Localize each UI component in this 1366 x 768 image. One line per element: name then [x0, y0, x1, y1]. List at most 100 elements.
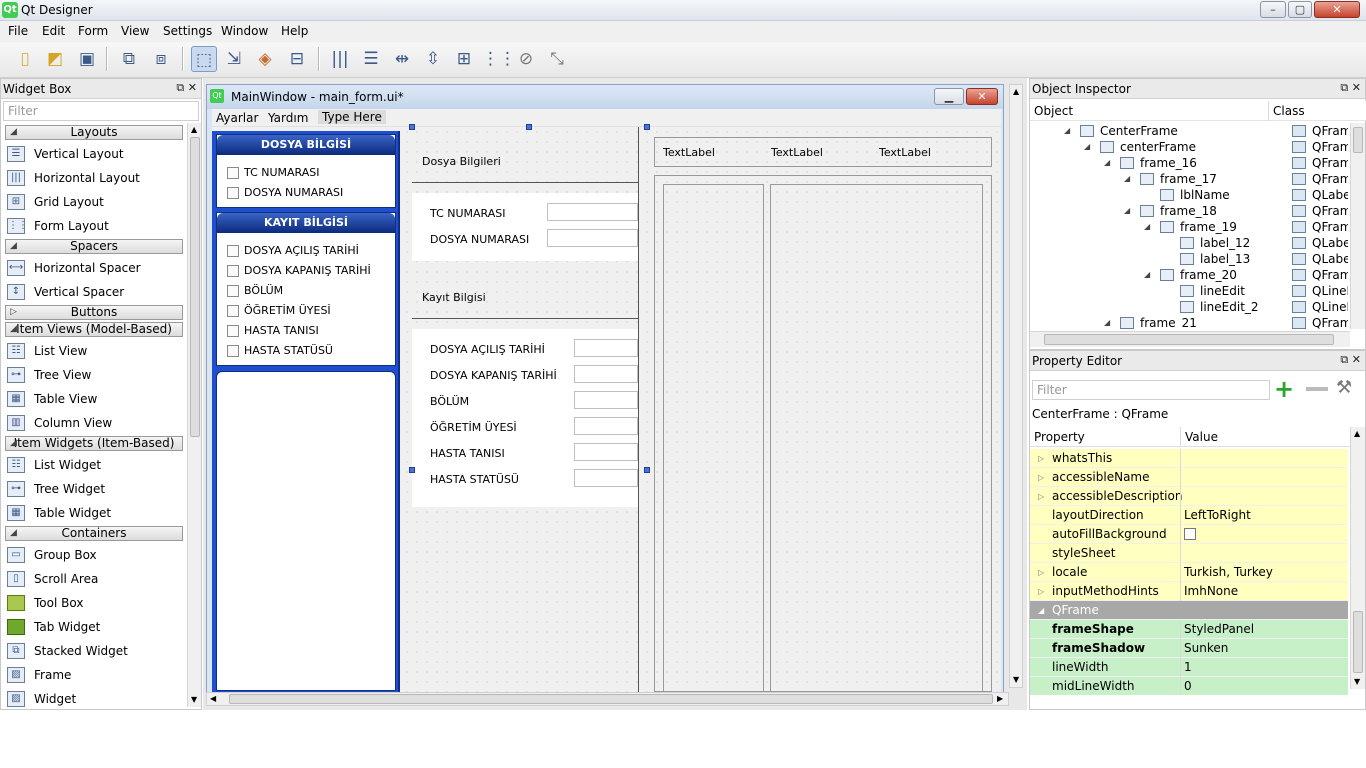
form-menu-ayarlar[interactable]: Ayarlar	[216, 111, 258, 125]
hasta-tanisi-input[interactable]	[574, 443, 638, 461]
scroll-thumb[interactable]	[1353, 127, 1363, 153]
property-filter-input[interactable]: Filter	[1032, 380, 1270, 400]
checkbox-box[interactable]	[227, 265, 239, 277]
selection-handle[interactable]	[409, 124, 415, 130]
property-row[interactable]: layoutDirection LeftToRight	[1030, 506, 1348, 525]
widget-box-scrollbar[interactable]: ▲ ▼	[187, 123, 201, 707]
checkbox-box[interactable]	[227, 285, 239, 297]
hasta-statusu-input[interactable]	[574, 469, 638, 487]
property-row[interactable]: ▷ accessibleDescription	[1030, 487, 1348, 506]
menu-file[interactable]: File	[8, 24, 28, 38]
form-close-button[interactable]: ✕	[966, 88, 998, 105]
object-tree-row[interactable]: ◢ frame_20 QFrame	[1030, 267, 1348, 283]
scroll-down-icon[interactable]: ▼	[191, 695, 197, 704]
edit-buddies-icon[interactable]: ◈	[252, 46, 278, 72]
category-item-views[interactable]: ◢ Item Views (Model-Based)	[5, 322, 183, 337]
collapse-arrow-icon[interactable]: ◢	[1038, 601, 1044, 620]
checkbox-box[interactable]	[227, 245, 239, 257]
widget-group-box[interactable]: ▭ Group Box	[5, 544, 97, 566]
object-tree-row[interactable]: ◢ frame_21 QFrame	[1030, 315, 1348, 329]
break-layout-icon[interactable]: ⊘	[513, 46, 539, 72]
dock-float-close-icons[interactable]: ⧉ ✕	[1340, 81, 1361, 95]
category-layouts[interactable]: ◢ Layouts	[5, 125, 183, 140]
widget-tree-widget[interactable]: ⊶ Tree Widget	[5, 478, 105, 500]
expand-arrow-icon[interactable]: ◢	[1104, 155, 1110, 171]
edit-tab-order-icon[interactable]: ⊟	[284, 46, 310, 72]
menu-edit[interactable]: Edit	[42, 24, 65, 38]
close-button[interactable]: ✕	[1314, 1, 1360, 18]
object-tree-row[interactable]: lineEdit QLineEdit	[1030, 283, 1348, 299]
checkbox-ogretim-uyesi[interactable]: ÖĞRETİM ÜYESİ	[227, 303, 331, 319]
property-row[interactable]: autoFillBackground	[1030, 525, 1348, 544]
adjust-size-icon[interactable]: ⤡	[544, 46, 570, 72]
category-spacers[interactable]: ◢ Spacers	[5, 239, 183, 254]
object-inspector-hscroll[interactable]	[1030, 331, 1350, 347]
property-row[interactable]: styleSheet	[1030, 544, 1348, 563]
lay-out-horizontally-icon[interactable]: |||	[327, 46, 353, 72]
tc-numarasi-input[interactable]	[547, 203, 638, 221]
menu-window[interactable]: Window	[221, 24, 268, 38]
expand-arrow-icon[interactable]: ▷	[1038, 563, 1044, 582]
lay-out-grid-icon[interactable]: ⊞	[451, 46, 477, 72]
scroll-left-icon[interactable]: ◀	[210, 694, 216, 703]
menu-help[interactable]: Help	[281, 24, 308, 38]
form-menu-type-here[interactable]: Type Here	[318, 110, 386, 124]
autofill-checkbox[interactable]	[1184, 528, 1196, 540]
empty-white-frame[interactable]	[216, 371, 396, 691]
object-tree-row[interactable]: ◢ centerFrame QFrame	[1030, 139, 1348, 155]
checkbox-box[interactable]	[227, 305, 239, 317]
object-tree-row[interactable]: label_13 QLabel	[1030, 251, 1348, 267]
configure-wrench-icon[interactable]: ⚒	[1336, 377, 1352, 398]
expand-arrow-icon[interactable]: ◢	[1124, 203, 1130, 219]
edit-widgets-icon[interactable]: ⬚	[191, 46, 217, 72]
object-tree-row[interactable]: ◢ frame_18 QFrame	[1030, 203, 1348, 219]
expand-arrow-icon[interactable]: ▷	[1038, 449, 1044, 468]
lay-out-vertically-icon[interactable]: ☰	[358, 46, 384, 72]
property-section-qframe[interactable]: ◢ QFrame	[1030, 601, 1348, 620]
checkbox-tc-numarasi[interactable]: TC NUMARASI	[227, 165, 320, 181]
widget-frame[interactable]: ▨ Frame	[5, 664, 71, 686]
property-row[interactable]: frameShadow Sunken	[1030, 639, 1348, 658]
widget-table-view[interactable]: ▦ Table View	[5, 388, 97, 410]
widget-widget[interactable]: ▨ Widget	[5, 688, 76, 710]
category-item-widgets[interactable]: ◢ Item Widgets (Item-Based)	[5, 436, 183, 451]
column-value[interactable]: Value	[1185, 430, 1218, 444]
checkbox-hasta-statusu[interactable]: HASTA STATÜSÜ	[227, 343, 333, 359]
expand-arrow-icon[interactable]: ▷	[1038, 468, 1044, 487]
expand-arrow-icon[interactable]: ◢	[1124, 171, 1130, 187]
kapanis-tarihi-input[interactable]	[574, 365, 638, 383]
widget-horizontal-spacer[interactable]: ⟷ Horizontal Spacer	[5, 257, 141, 279]
checkbox-box[interactable]	[227, 167, 239, 179]
scroll-thumb[interactable]	[1353, 611, 1363, 673]
column-object[interactable]: Object	[1034, 104, 1073, 118]
checkbox-bolum[interactable]: BÖLÜM	[227, 283, 283, 299]
scroll-thumb[interactable]	[1044, 334, 1334, 345]
property-editor-vscroll[interactable]: ▲ ▼	[1350, 427, 1365, 689]
dosya-numarasi-input[interactable]	[547, 229, 638, 247]
scroll-thumb[interactable]	[229, 694, 993, 704]
widget-vertical-spacer[interactable]: ↕ Vertical Spacer	[5, 281, 124, 303]
checkbox-box[interactable]	[227, 187, 239, 199]
minimize-button[interactable]: –	[1260, 1, 1286, 18]
widget-horizontal-layout[interactable]: ||| Horizontal Layout	[5, 167, 140, 189]
widget-tool-box[interactable]: Tool Box	[5, 592, 83, 614]
column-class[interactable]: Class	[1273, 104, 1305, 118]
widget-column-view[interactable]: ▥ Column View	[5, 412, 112, 434]
widget-grid-layout[interactable]: ⊞ Grid Layout	[5, 191, 104, 213]
mdi-vertical-scrollbar[interactable]: ▲ ▼	[1009, 84, 1023, 688]
scroll-thumb[interactable]	[190, 137, 200, 437]
form-minimize-button[interactable]: ▁	[934, 88, 964, 105]
widget-tree-view[interactable]: ⊶ Tree View	[5, 364, 91, 386]
expand-arrow-icon[interactable]: ▷	[1038, 487, 1044, 506]
object-inspector-vscroll[interactable]	[1350, 123, 1365, 329]
object-tree-row[interactable]: ◢ CenterFrame QFrame	[1030, 123, 1348, 139]
scroll-down-icon[interactable]: ▼	[1354, 677, 1360, 686]
maximize-button[interactable]: ▢	[1288, 1, 1312, 18]
mdi-horizontal-scrollbar[interactable]: ◀ ▶	[206, 692, 1009, 706]
lay-out-form-icon[interactable]: ⋮⋮	[482, 46, 516, 72]
selection-handle[interactable]	[409, 467, 415, 473]
ogretim-uyesi-input[interactable]	[574, 417, 638, 435]
checkbox-kapanis-tarihi[interactable]: DOSYA KAPANIŞ TARİHİ	[227, 263, 371, 279]
menu-view[interactable]: View	[121, 24, 149, 38]
widget-tab-widget[interactable]: Tab Widget	[5, 616, 100, 638]
